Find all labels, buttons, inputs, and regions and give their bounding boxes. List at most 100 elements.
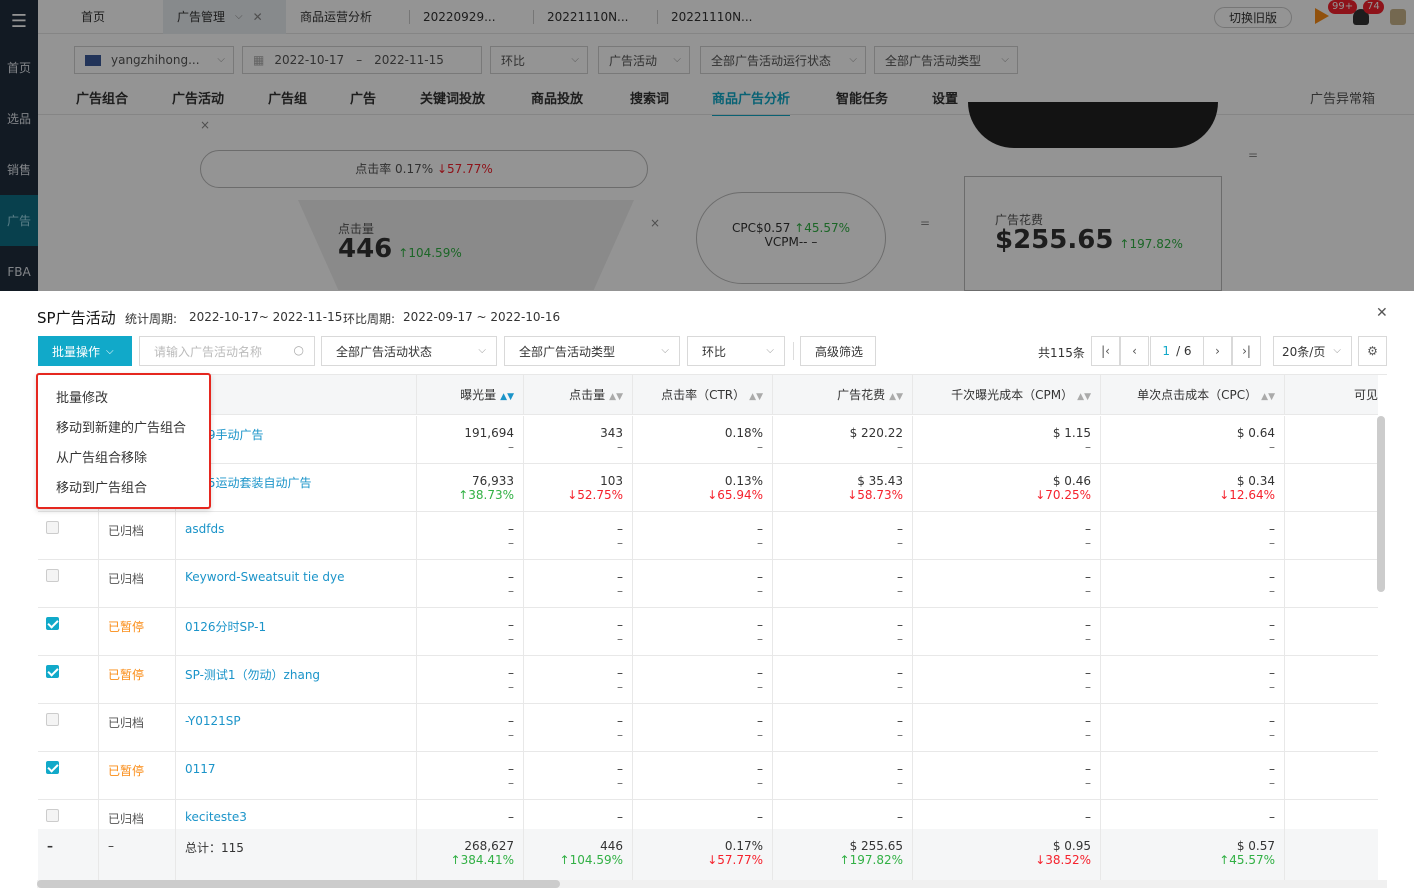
cell-change: – <box>508 584 514 598</box>
sort-icon[interactable]: ▲▼ <box>500 392 514 402</box>
menu-item-batch-edit[interactable]: 批量修改 <box>38 384 209 414</box>
row-checkbox[interactable] <box>46 617 59 630</box>
sort-icon[interactable]: ▲▼ <box>1261 392 1275 402</box>
cell-value: 103 <box>600 474 623 488</box>
search-icon[interactable]: ○ <box>294 343 304 357</box>
row-campaign-name[interactable]: 0117 <box>176 752 417 799</box>
table-row: 已归档 Keyword-Sweatsuit tie dye – – – – – – – – – – – – <box>38 560 1378 608</box>
row-checkbox-cell[interactable] <box>38 608 99 655</box>
table-row: 已暂停 0117– – – – – – – – – – – – <box>38 752 1378 800</box>
sort-icon[interactable]: ▲▼ <box>609 392 623 402</box>
cell-value: – <box>1269 810 1275 824</box>
next-page-icon[interactable]: › <box>1203 336 1232 366</box>
row-checkbox[interactable] <box>46 809 59 822</box>
page-size-value: 20条/页 <box>1282 344 1326 359</box>
header-spend[interactable]: 广告花费 ▲▼ <box>773 375 913 414</box>
table-row: 已归档 -Y0121SP – – – – – – – – – – – – <box>38 704 1378 752</box>
vertical-scrollbar[interactable] <box>1377 416 1385 592</box>
row-visible <box>1285 656 1387 703</box>
total-c2: – <box>99 829 176 880</box>
sort-icon[interactable]: ▲▼ <box>889 392 903 402</box>
cell-change: – <box>617 776 623 790</box>
cell-change: – <box>1085 536 1091 550</box>
campaign-type-select[interactable]: 全部广告活动类型 ⌵ <box>504 336 680 366</box>
row-checkbox-cell[interactable] <box>38 560 99 607</box>
first-page-icon[interactable]: |‹ <box>1091 336 1120 366</box>
row-clicks: –– <box>524 752 633 799</box>
row-checkbox[interactable] <box>46 713 59 726</box>
row-campaign-name[interactable]: 0915运动套装自动广告 <box>176 464 417 511</box>
row-checkbox[interactable] <box>46 665 59 678</box>
cell-change: – <box>1269 776 1275 790</box>
cell-change: – <box>508 632 514 646</box>
row-spend: $ 220.22– <box>773 416 913 463</box>
cell-value: $ 220.22 <box>849 426 903 440</box>
horizontal-scrollbar[interactable] <box>37 880 560 888</box>
row-campaign-name[interactable]: 0126分时SP-1 <box>176 608 417 655</box>
row-checkbox-cell[interactable] <box>38 512 99 559</box>
row-campaign-name[interactable]: 0929手动广告 <box>176 416 417 463</box>
row-checkbox-cell[interactable] <box>38 704 99 751</box>
menu-item-move-to-new-portfolio[interactable]: 移动到新建的广告组合 <box>38 414 209 444</box>
header-clicks[interactable]: 点击量 ▲▼ <box>524 375 633 414</box>
prev-page-icon[interactable]: ‹ <box>1120 336 1149 366</box>
cell-value: – <box>508 570 514 584</box>
header-label: 曝光量 <box>460 388 497 402</box>
row-campaign-name[interactable]: Keyword-Sweatsuit tie dye <box>176 560 417 607</box>
header-ctr[interactable]: 点击率（CTR） ▲▼ <box>633 375 773 414</box>
header-visible[interactable]: 可见 <box>1285 375 1387 414</box>
row-checkbox-cell[interactable] <box>38 656 99 703</box>
row-cpm: –– <box>913 752 1101 799</box>
table-row: 0915运动套装自动广告 76,933 ↑38.73% 103 ↓52.75% 0.13%… <box>38 464 1378 512</box>
modal-overlay[interactable] <box>0 0 1414 291</box>
advanced-filter-button[interactable]: 高级筛选 <box>800 336 876 366</box>
last-page-icon[interactable]: ›| <box>1232 336 1261 366</box>
sort-icon[interactable]: ▲▼ <box>749 392 763 402</box>
close-icon[interactable]: ✕ <box>1376 305 1388 321</box>
page-size-select[interactable]: 20条/页 ⌵ <box>1273 336 1352 366</box>
row-visible <box>1285 560 1387 607</box>
cell-value: – <box>897 714 903 728</box>
campaign-search-input[interactable]: 请输入广告活动名称 ○ <box>139 336 315 366</box>
page-indicator[interactable]: 1 / 6 <box>1150 336 1204 366</box>
compare-select[interactable]: 环比 ⌵ <box>687 336 785 366</box>
cell-value: – <box>757 714 763 728</box>
sort-icon[interactable]: ▲▼ <box>1077 392 1091 402</box>
row-spend: –– <box>773 704 913 751</box>
cell-value: – <box>617 810 623 824</box>
total-spend: $ 255.65 ↑197.82% <box>773 829 913 880</box>
menu-item-move-to-portfolio[interactable]: 移动到广告组合 <box>38 474 209 504</box>
page-current: 1 <box>1162 344 1171 358</box>
total-spend-value: $ 255.65 <box>849 839 903 853</box>
cell-value: $ 1.15 <box>1052 426 1091 440</box>
cell-value: – <box>1085 570 1091 584</box>
batch-operation-button[interactable]: 批量操作 ⌵ <box>38 336 132 366</box>
header-cpc[interactable]: 单次点击成本（CPC） ▲▼ <box>1101 375 1285 414</box>
total-spend-change: ↑197.82% <box>839 853 903 867</box>
cell-change: – <box>1269 632 1275 646</box>
menu-item-remove-from-portfolio[interactable]: 从广告组合移除 <box>38 444 209 474</box>
row-checkbox-cell[interactable] <box>38 752 99 799</box>
total-c1: – <box>38 829 99 880</box>
row-campaign-name[interactable]: -Y0121SP <box>176 704 417 751</box>
row-checkbox[interactable] <box>46 569 59 582</box>
header-campaign[interactable]: 活动 <box>176 375 417 414</box>
row-campaign-name[interactable]: asdfds <box>176 512 417 559</box>
header-label: 点击率（CTR） <box>661 388 746 402</box>
row-checkbox[interactable] <box>46 521 59 534</box>
row-status: 已归档 <box>99 560 176 607</box>
row-checkbox[interactable] <box>46 761 59 774</box>
row-cpc: $ 0.34 ↓12.64% <box>1101 464 1285 511</box>
chevron-down-icon: ⌵ <box>106 345 114 357</box>
total-label: 总计：115 <box>176 829 417 880</box>
header-cpm[interactable]: 千次曝光成本（CPM） ▲▼ <box>913 375 1101 414</box>
campaign-state-select[interactable]: 全部广告活动状态 ⌵ <box>321 336 497 366</box>
settings-gear-icon[interactable]: ⚙ <box>1358 336 1387 366</box>
row-cpc: –– <box>1101 704 1285 751</box>
total-cpc: $ 0.57 ↑45.57% <box>1101 829 1285 880</box>
cell-value: – <box>757 522 763 536</box>
cell-value: – <box>1085 810 1091 824</box>
header-impressions[interactable]: 曝光量 ▲▼ <box>417 375 524 414</box>
row-campaign-name[interactable]: SP-测试1（勿动）zhang <box>176 656 417 703</box>
cell-value: – <box>508 666 514 680</box>
